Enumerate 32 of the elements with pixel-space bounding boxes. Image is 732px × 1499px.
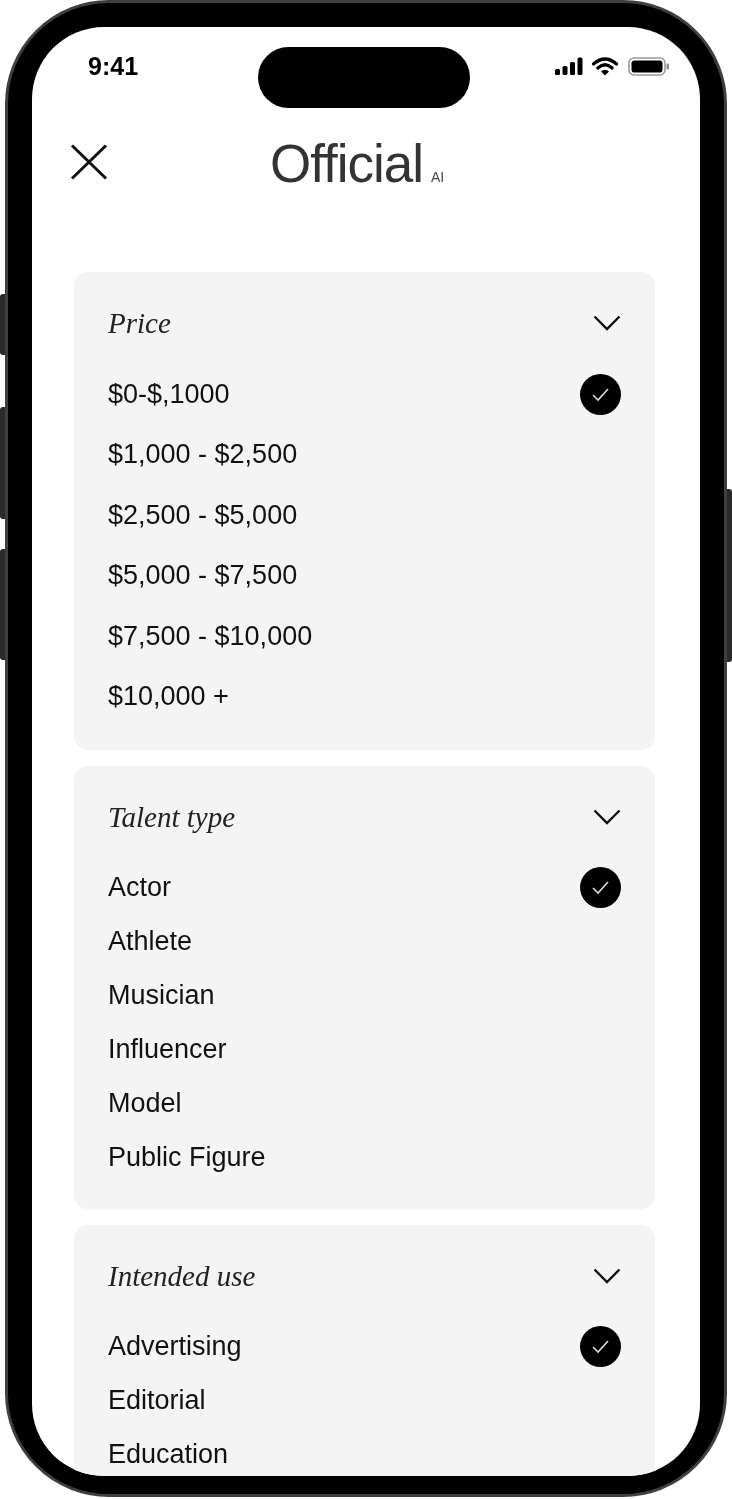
filter-title: Price xyxy=(108,308,171,338)
check-icon xyxy=(580,1325,621,1367)
filter-option[interactable]: $0-$,1000 xyxy=(108,364,621,425)
filter-option[interactable]: Athlete xyxy=(108,914,621,968)
filter-option[interactable]: Education xyxy=(108,1427,621,1476)
filter-option[interactable]: Editorial xyxy=(108,1373,621,1427)
filter-option[interactable]: $10,000 + xyxy=(108,666,621,727)
filter-option[interactable]: Actor xyxy=(108,860,621,914)
check-icon xyxy=(580,866,621,908)
battery-icon xyxy=(628,56,670,76)
logo-wordmark: Official xyxy=(270,136,424,190)
filter-option[interactable]: Advertising xyxy=(108,1319,621,1373)
filter-option[interactable]: $7,500 - $10,000 xyxy=(108,606,621,667)
filter-option[interactable]: $1,000 - $2,500 xyxy=(108,424,621,485)
logo-suffix: AI xyxy=(431,169,445,184)
filter-option[interactable]: Musician xyxy=(108,968,621,1022)
filter-option[interactable]: Public Figure xyxy=(108,1130,621,1184)
chevron-down-icon[interactable] xyxy=(593,1268,621,1284)
chevron-down-icon[interactable] xyxy=(593,315,621,331)
filter-title: Talent type xyxy=(108,802,235,832)
chevron-down-icon[interactable] xyxy=(593,809,621,825)
filter-option[interactable]: Influencer xyxy=(108,1022,621,1076)
close-icon xyxy=(70,144,108,180)
wifi-icon xyxy=(592,56,618,76)
filter-title: Intended use xyxy=(108,1261,256,1291)
close-button[interactable] xyxy=(70,144,108,180)
signal-icon xyxy=(555,57,583,75)
status-time: 9:41 xyxy=(88,53,139,79)
filter-option[interactable]: $2,500 - $5,000 xyxy=(108,485,621,546)
filter-option[interactable]: $5,000 - $7,500 xyxy=(108,545,621,606)
filter-option[interactable]: Model xyxy=(108,1076,621,1130)
check-icon xyxy=(580,373,621,415)
